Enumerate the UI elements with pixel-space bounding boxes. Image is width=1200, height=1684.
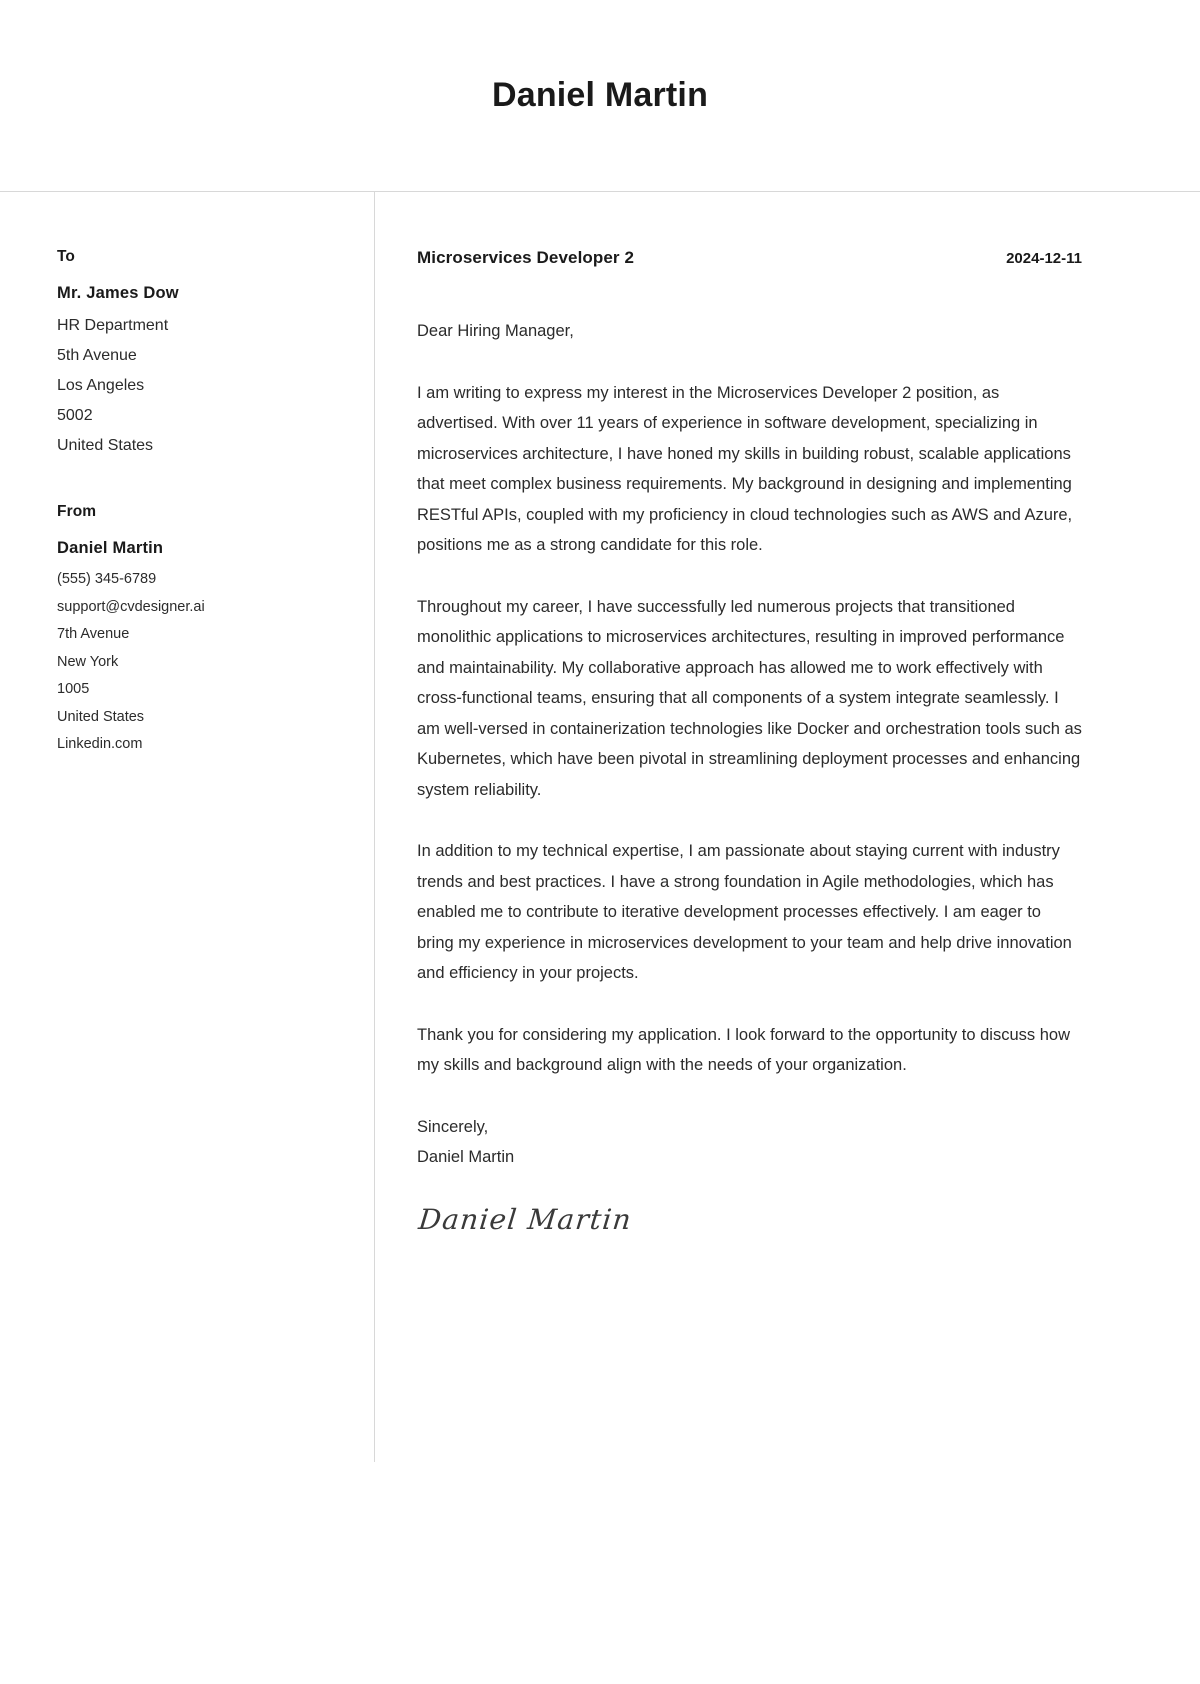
sender-address-line: 1005 (57, 681, 90, 697)
signer-name: Daniel Martin (417, 1148, 515, 1166)
salutation: Dear Hiring Manager, (417, 322, 574, 340)
letter-paragraph: Thank you for considering my application… (417, 1025, 1071, 1075)
letter-paragraph: In addition to my technical expertise, I… (417, 842, 1072, 982)
letter-meta-row: Microservices Developer 2 2024-12-11 (417, 248, 1082, 268)
to-section-label: To (57, 248, 75, 265)
letter-paragraph: Throughout my career, I have successfull… (417, 597, 1082, 799)
sender-address-line: New York (57, 653, 119, 670)
document-header: Daniel Martin (0, 0, 1200, 192)
sender-address-line: 7th Avenue (57, 626, 130, 642)
handwritten-signature: Daniel Martin (417, 1202, 634, 1236)
contact-sidebar: To Mr. James Dow HR Department 5th Avenu… (0, 192, 375, 1462)
letter-column: Microservices Developer 2 2024-12-11 Dea… (375, 192, 1200, 1236)
recipient-address-line: HR Department (57, 317, 169, 334)
recipient-name: Mr. James Dow (57, 284, 179, 302)
letter-date: 2024-12-11 (1006, 250, 1082, 267)
cover-letter-page: Daniel Martin To Mr. James Dow HR Depart… (0, 0, 1200, 1684)
sender-name: Daniel Martin (57, 539, 164, 557)
sender-address-line: United States (57, 708, 145, 725)
recipient-address-line: United States (57, 437, 154, 454)
sender-linkedin[interactable]: Linkedin.com (57, 731, 334, 759)
from-section-label: From (57, 503, 97, 520)
closing-salutation: Sincerely, (417, 1117, 489, 1136)
sender-email[interactable]: support@cvdesigner.ai (57, 594, 334, 622)
sender-phone: (555) 345-6789 (57, 571, 157, 587)
recipient-address-line: 5th Avenue (57, 347, 137, 364)
job-title: Microservices Developer 2 (417, 248, 635, 267)
document-body: To Mr. James Dow HR Department 5th Avenu… (0, 192, 1200, 1462)
page-title: Daniel Martin (491, 76, 709, 114)
recipient-address-line: Los Angeles (57, 377, 145, 394)
recipient-address-line: 5002 (57, 407, 93, 424)
letter-paragraph: I am writing to express my interest in t… (417, 383, 1073, 555)
